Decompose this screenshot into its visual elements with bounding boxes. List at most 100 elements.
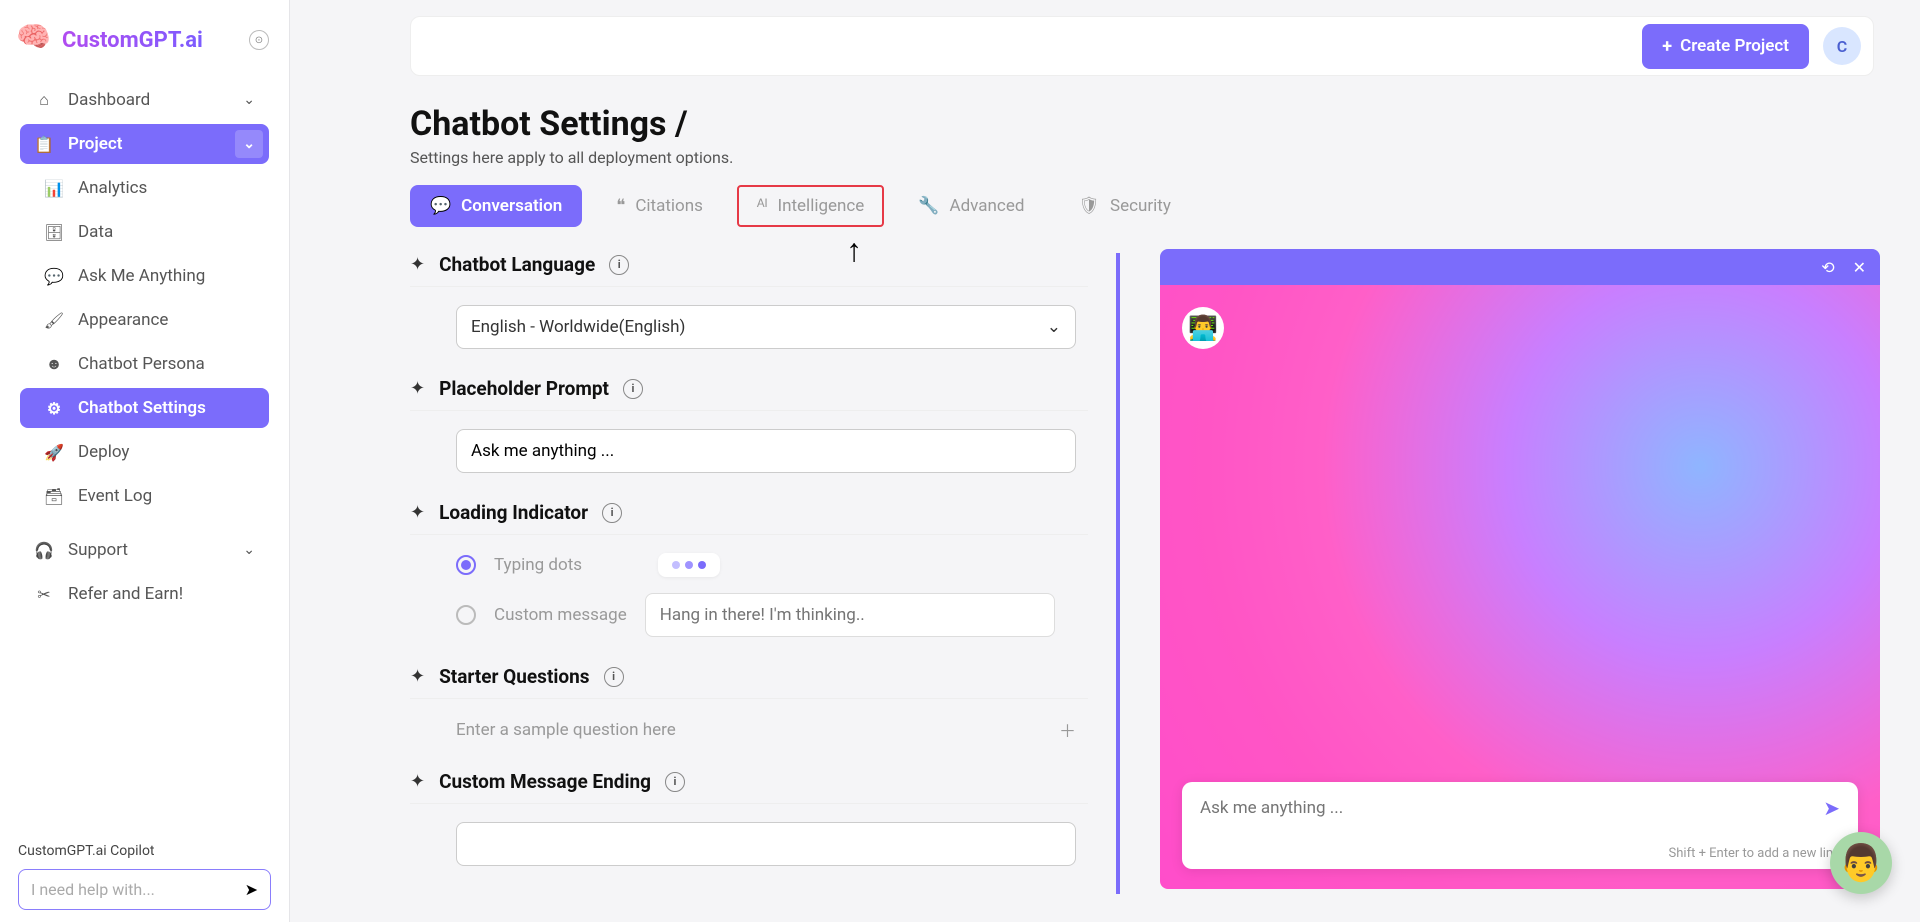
custom-message-input[interactable] <box>645 593 1055 637</box>
chevron-down-icon: ⌄ <box>243 92 255 108</box>
refresh-icon[interactable]: ⟲ <box>1821 258 1834 277</box>
support-chat-bubble[interactable]: 👨 <box>1830 832 1892 894</box>
share-icon: ✂ <box>34 585 54 604</box>
bot-avatar: 👨‍💻 <box>1182 307 1224 349</box>
nav-label: Analytics <box>78 178 147 198</box>
nav-label: Ask Me Anything <box>78 266 205 286</box>
nav-label: Data <box>78 222 113 242</box>
starter-placeholder: Enter a sample question here <box>456 720 676 740</box>
starter-question-input[interactable]: Enter a sample question here ＋ <box>456 717 1076 742</box>
nav-eventlog[interactable]: 🗃 Event Log <box>20 476 269 516</box>
brand-logo[interactable]: 🧠 CustomGPT.ai <box>16 20 203 60</box>
nav-label: Chatbot Persona <box>78 354 205 374</box>
tab-advanced[interactable]: 🔧 Advanced <box>898 185 1044 227</box>
nav-dashboard[interactable]: ⌂Dashboard ⌄ <box>20 80 269 120</box>
rocket-icon: 🚀 <box>44 443 64 462</box>
plus-icon[interactable]: ＋ <box>1059 717 1076 742</box>
diamond-icon: ✦ <box>410 666 425 687</box>
placeholder-input[interactable] <box>471 441 1061 461</box>
sidebar-toggle-icon[interactable]: ⊙ <box>249 30 269 50</box>
tab-label: Advanced <box>950 196 1025 216</box>
tab-label: Intelligence <box>777 196 864 216</box>
brain-icon: 🧠 <box>16 20 56 60</box>
archive-icon: 🗃 <box>44 487 64 506</box>
chat-input-box: ➤ Shift + Enter to add a new line <box>1182 782 1858 869</box>
info-icon[interactable]: i <box>609 255 629 275</box>
wrench-icon: 🔧 <box>918 196 939 216</box>
info-icon[interactable]: i <box>604 667 624 687</box>
chevron-down-icon: ⌄ <box>243 542 255 558</box>
info-icon[interactable]: i <box>665 772 685 792</box>
nav-analytics[interactable]: 📊Analytics <box>20 168 269 208</box>
section-title: Loading Indicator <box>439 501 588 524</box>
main: +Create Project C Chatbot Settings / Set… <box>290 0 1920 922</box>
tab-conversation[interactable]: 💬Conversation <box>410 185 582 227</box>
info-icon[interactable]: i <box>623 379 643 399</box>
tab-label: Citations <box>635 196 703 216</box>
nav-support[interactable]: 🎧Support ⌄ <box>20 530 269 570</box>
close-icon[interactable]: ✕ <box>1853 258 1866 277</box>
create-project-label: Create Project <box>1680 36 1789 56</box>
copilot-input[interactable]: ➤ <box>18 869 271 910</box>
preview-body: 👨‍💻 ➤ Shift + Enter to add a new line <box>1160 285 1880 889</box>
section-placeholder: ✦ Placeholder Prompt i <box>410 377 1088 473</box>
section-starter: ✦ Starter Questions i Enter a sample que… <box>410 665 1088 742</box>
diamond-icon: ✦ <box>410 771 425 792</box>
nav-refer-label: Refer and Earn! <box>68 584 183 604</box>
nav-refer[interactable]: ✂ Refer and Earn! <box>20 574 269 614</box>
nav-chatbot-settings[interactable]: ⚙Chatbot Settings <box>20 388 269 428</box>
gear-icon: ⚙ <box>44 399 64 418</box>
nav-appearance[interactable]: 🖌 Appearance <box>20 300 269 340</box>
section-language: ✦ Chatbot Language i English - Worldwide… <box>410 253 1088 349</box>
radio-label: Custom message <box>494 605 627 625</box>
page-title: Chatbot Settings / <box>410 104 1920 144</box>
language-select[interactable]: English - Worldwide(English) ⌄ <box>456 305 1076 349</box>
brand-text: CustomGPT.ai <box>62 28 203 53</box>
tab-security[interactable]: 🛡 Security <box>1058 185 1190 227</box>
brush-icon: 🖌 <box>44 311 64 330</box>
section-title: Custom Message Ending <box>439 770 651 793</box>
radio-custom-message[interactable] <box>456 605 476 625</box>
diamond-icon: ✦ <box>410 378 425 399</box>
radio-label: Typing dots <box>494 555 582 575</box>
radio-typing-dots[interactable] <box>456 555 476 575</box>
tabs: 💬Conversation ❝Citations ᴬᴵIntelligence … <box>410 185 1920 227</box>
diamond-icon: ✦ <box>410 502 425 523</box>
tab-intelligence[interactable]: ᴬᴵ Intelligence <box>737 185 884 227</box>
user-avatar[interactable]: C <box>1823 27 1861 65</box>
home-icon: ⌂ <box>34 90 54 110</box>
send-icon[interactable]: ➤ <box>245 880 258 899</box>
preview-header: ⟲ ✕ <box>1160 249 1880 285</box>
language-value: English - Worldwide(English) <box>471 317 685 337</box>
placeholder-input-wrap <box>456 429 1076 473</box>
section-title: Starter Questions <box>439 665 589 688</box>
ending-input[interactable] <box>471 834 1061 854</box>
info-icon[interactable]: i <box>602 503 622 523</box>
clipboard-icon: 📋 <box>34 135 54 154</box>
ending-input-wrap <box>456 822 1076 866</box>
nav-deploy[interactable]: 🚀 Deploy <box>20 432 269 472</box>
tab-citations[interactable]: ❝Citations <box>596 185 723 227</box>
nav-label: Event Log <box>78 486 152 506</box>
nav-persona[interactable]: ☻Chatbot Persona <box>20 344 269 384</box>
section-loading: ✦ Loading Indicator i Typing dots Custom… <box>410 501 1088 637</box>
nav-label: Deploy <box>78 442 129 462</box>
chat-icon: 💬 <box>44 267 64 286</box>
database-icon: 🗄 <box>44 223 64 242</box>
nav-label: Appearance <box>78 310 168 330</box>
page-subtitle: Settings here apply to all deployment op… <box>410 148 1920 167</box>
shield-icon: 🛡 <box>1078 196 1100 216</box>
chat-input[interactable] <box>1200 798 1823 818</box>
chevron-down-icon[interactable]: ⌄ <box>235 130 263 158</box>
send-icon[interactable]: ➤ <box>1823 796 1840 820</box>
create-project-button[interactable]: +Create Project <box>1642 24 1809 69</box>
preview-column: ⟲ ✕ 👨‍💻 ➤ Shift + Enter to add a new lin… <box>1160 249 1880 894</box>
nav-support-label: Support <box>68 540 128 560</box>
tab-label: Security <box>1110 196 1171 216</box>
section-title: Placeholder Prompt <box>439 377 609 400</box>
nav-data[interactable]: 🗄 Data <box>20 212 269 252</box>
ai-icon: ᴬᴵ <box>757 196 768 216</box>
nav-ask[interactable]: 💬 Ask Me Anything <box>20 256 269 296</box>
nav-project[interactable]: 📋Project ⌄ <box>20 124 269 164</box>
copilot-text-field[interactable] <box>31 880 237 899</box>
